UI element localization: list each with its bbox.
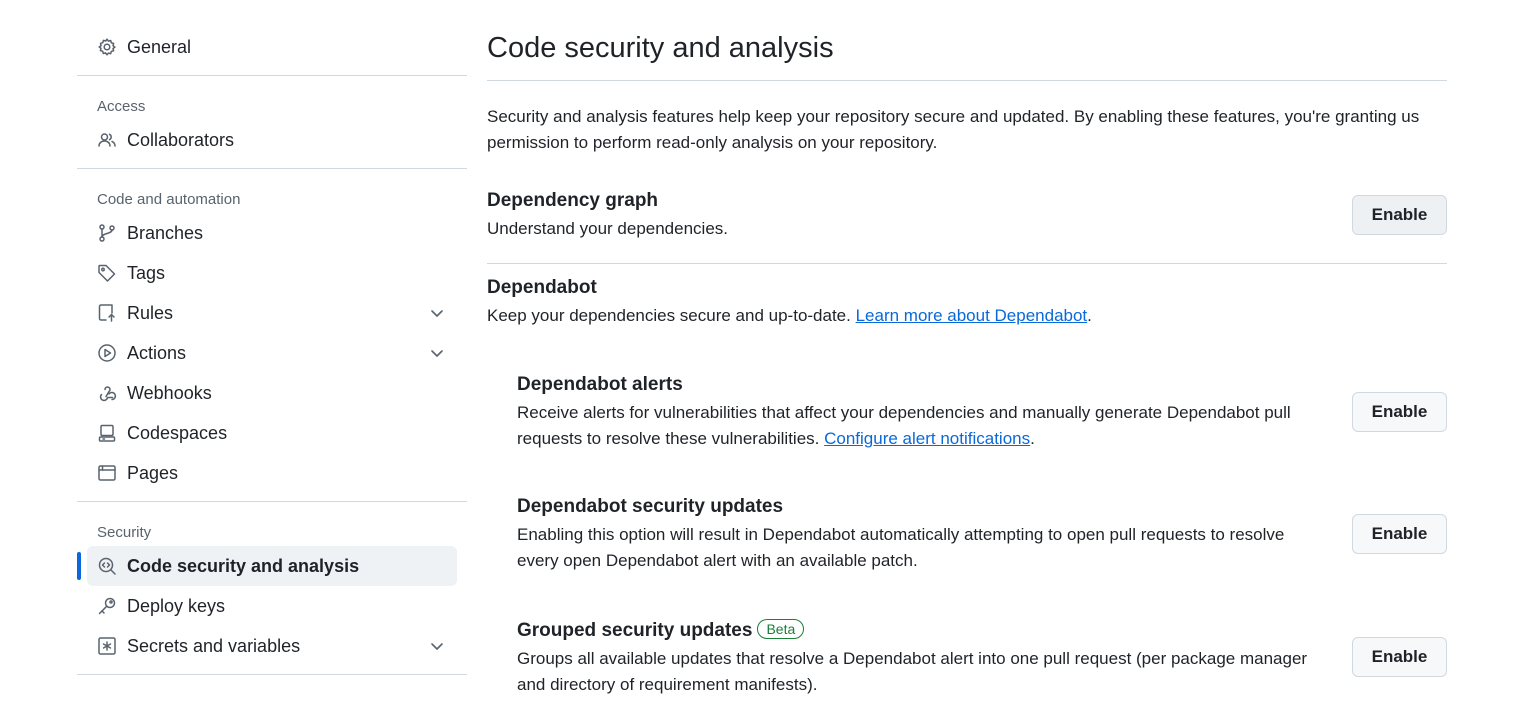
codescan-icon xyxy=(97,556,117,576)
feature-title: Grouped security updates Beta xyxy=(517,619,1327,642)
key-asterisk-icon xyxy=(97,636,117,656)
dependency-graph-section: Dependency graph Understand your depende… xyxy=(487,190,1447,242)
sidebar-item-tags[interactable]: Tags xyxy=(77,253,467,293)
sidebar-heading-security: Security xyxy=(97,524,152,541)
dependabot-section: Dependabot Keep your dependencies secure… xyxy=(487,277,1447,329)
sidebar-item-general[interactable]: General xyxy=(77,27,467,67)
chevron-down-icon[interactable] xyxy=(429,345,445,361)
feature-description: Enabling this option will result in Depe… xyxy=(517,525,1285,570)
description-text: Keep your dependencies secure and up-to-… xyxy=(487,306,856,325)
dependabot-alerts-section: Dependabot alerts Receive alerts for vul… xyxy=(517,374,1327,452)
sidebar-item-label: Codespaces xyxy=(127,422,228,443)
sidebar-heading-code-automation: Code and automation xyxy=(97,191,241,208)
feature-title: Dependabot xyxy=(487,277,597,298)
gear-icon xyxy=(97,37,117,57)
sidebar-item-rules[interactable]: Rules xyxy=(77,293,467,333)
enable-dependabot-alerts-button[interactable]: Enable xyxy=(1352,392,1447,432)
feature-description: Groups all available updates that resolv… xyxy=(517,649,1308,694)
sidebar-divider xyxy=(77,501,467,502)
sidebar-item-secrets[interactable]: Secrets and variables xyxy=(77,626,467,666)
feature-title: Dependabot security updates xyxy=(517,496,784,517)
chevron-down-icon[interactable] xyxy=(429,638,445,654)
sidebar-item-label: Branches xyxy=(127,222,204,243)
sidebar-item-label: Code security and analysis xyxy=(127,555,360,576)
enable-grouped-security-updates-button[interactable]: Enable xyxy=(1352,637,1447,677)
sidebar-heading-access: Access xyxy=(97,98,146,115)
browser-icon xyxy=(97,463,117,483)
codespaces-icon xyxy=(97,423,117,443)
git-branch-icon xyxy=(97,223,117,243)
sidebar-item-label: Webhooks xyxy=(127,382,212,403)
sidebar-item-webhooks[interactable]: Webhooks xyxy=(77,373,467,413)
sidebar-item-branches[interactable]: Branches xyxy=(77,213,467,253)
learn-more-dependabot-link[interactable]: Learn more about Dependabot xyxy=(856,306,1088,325)
feature-description: Receive alerts for vulnerabilities that … xyxy=(517,400,1327,452)
intro-text: Security and analysis features help keep… xyxy=(487,107,1420,152)
feature-title: Dependabot alerts xyxy=(517,374,683,395)
section-divider xyxy=(487,263,1447,264)
sidebar-item-codespaces[interactable]: Codespaces xyxy=(77,413,467,453)
sidebar-item-actions[interactable]: Actions xyxy=(77,333,467,373)
sidebar-item-code-security[interactable]: Code security and analysis xyxy=(77,546,457,586)
settings-sidebar: General Access Collaborators Code and au… xyxy=(77,0,467,683)
feature-title: Dependency graph xyxy=(487,190,659,211)
beta-badge: Beta xyxy=(757,619,805,639)
people-icon xyxy=(97,130,117,150)
sidebar-divider xyxy=(77,674,467,675)
feature-title-text: Grouped security updates xyxy=(517,620,753,641)
webhook-icon xyxy=(97,383,117,403)
enable-dependabot-security-updates-button[interactable]: Enable xyxy=(1352,514,1447,554)
play-icon xyxy=(97,343,117,363)
feature-description: Keep your dependencies secure and up-to-… xyxy=(487,303,1447,329)
sidebar-item-collaborators[interactable]: Collaborators xyxy=(77,120,467,160)
grouped-security-updates-section: Grouped security updates Beta Groups all … xyxy=(517,619,1327,698)
sidebar-item-label: General xyxy=(127,36,192,57)
sidebar-item-label: Secrets and variables xyxy=(127,635,301,656)
sidebar-divider xyxy=(77,75,467,76)
title-divider xyxy=(487,80,1447,81)
sidebar-item-label: Rules xyxy=(127,302,174,323)
description-suffix: . xyxy=(1030,429,1035,448)
tag-icon xyxy=(97,263,117,283)
key-icon xyxy=(97,596,117,616)
sidebar-item-deploy-keys[interactable]: Deploy keys xyxy=(77,586,467,626)
enable-dependency-graph-button[interactable]: Enable xyxy=(1352,195,1447,235)
dependabot-security-updates-section: Dependabot security updates Enabling thi… xyxy=(517,496,1327,574)
sidebar-item-label: Tags xyxy=(127,262,166,283)
repo-push-icon xyxy=(97,303,117,323)
sidebar-item-label: Actions xyxy=(127,342,187,363)
feature-description: Understand your dependencies. xyxy=(487,219,728,238)
sidebar-item-label: Deploy keys xyxy=(127,595,226,616)
sidebar-divider xyxy=(77,168,467,169)
sidebar-item-pages[interactable]: Pages xyxy=(77,453,467,493)
configure-alert-notifications-link[interactable]: Configure alert notifications xyxy=(824,429,1030,448)
page-title: Code security and analysis xyxy=(487,32,834,64)
chevron-down-icon[interactable] xyxy=(429,305,445,321)
description-suffix: . xyxy=(1087,306,1092,325)
sidebar-item-label: Pages xyxy=(127,462,179,483)
settings-page: General Access Collaborators Code and au… xyxy=(0,0,1513,704)
sidebar-item-label: Collaborators xyxy=(127,129,235,150)
